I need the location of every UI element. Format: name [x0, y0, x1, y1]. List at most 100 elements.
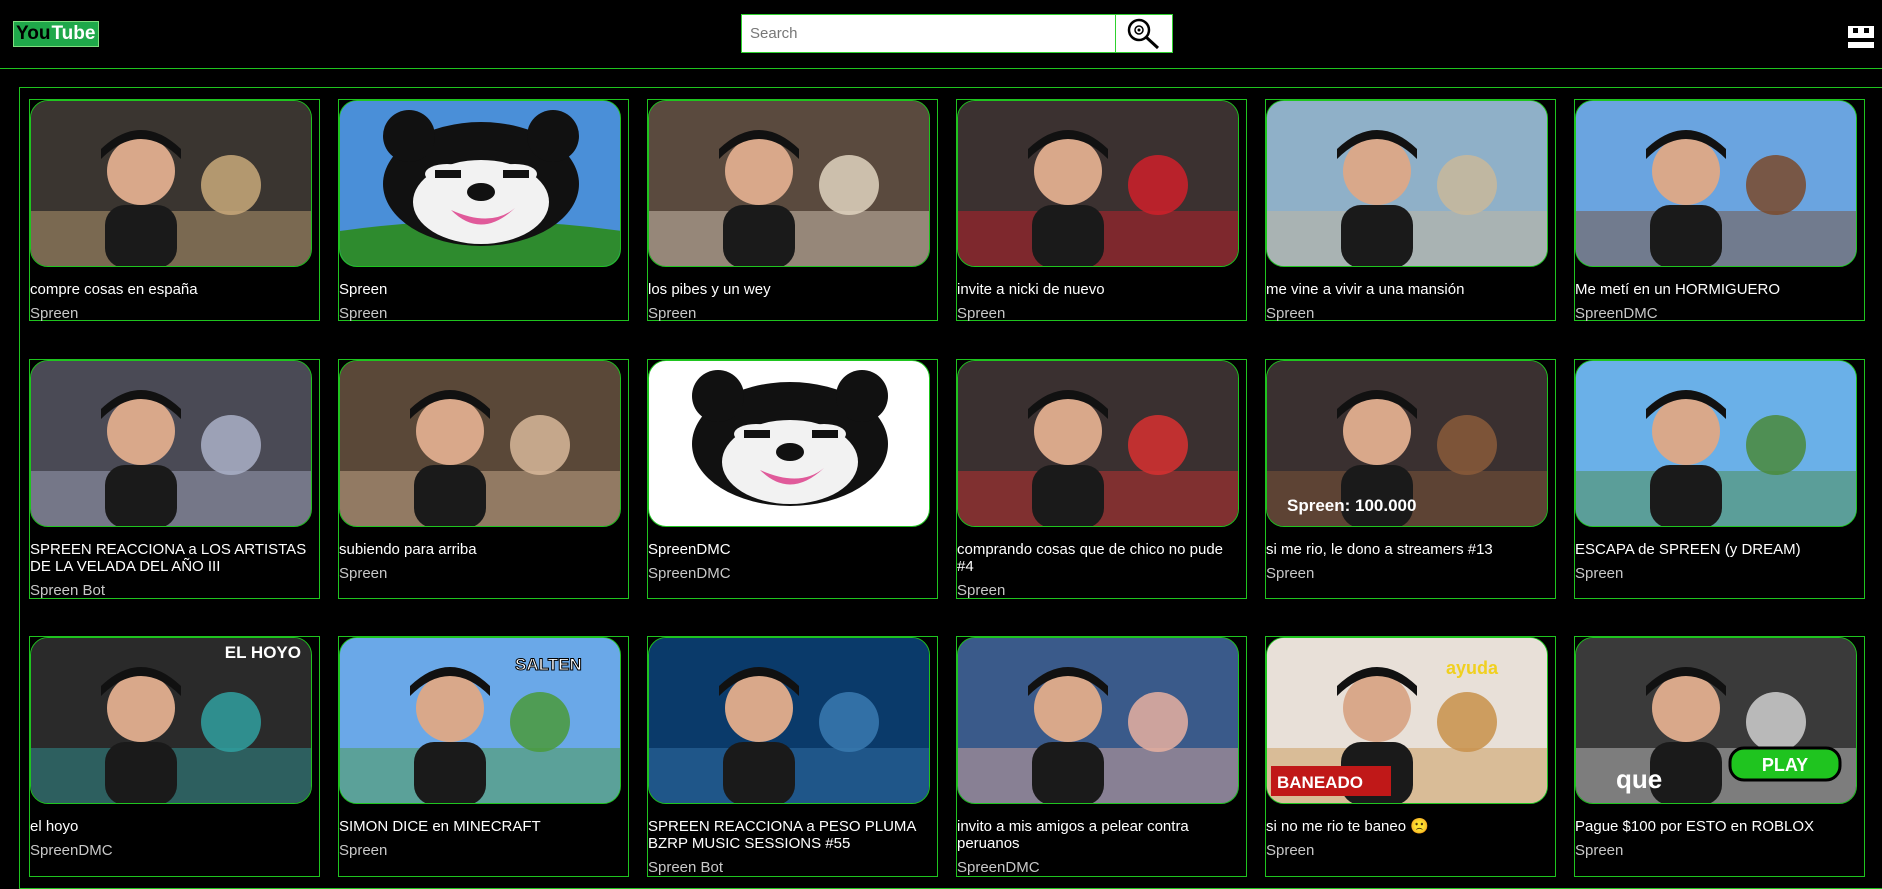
video-title[interactable]: los pibes y un wey: [648, 281, 933, 298]
video-thumbnail[interactable]: [1266, 100, 1548, 267]
video-card[interactable]: SPREEN REACCIONA a PESO PLUMA BZRP MUSIC…: [647, 636, 938, 877]
youtube-logo[interactable]: You Tube: [13, 21, 100, 47]
thumbnail-caption: SALTEN: [515, 655, 582, 674]
video-card[interactable]: SPREEN REACCIONA a LOS ARTISTAS DE LA VE…: [29, 359, 320, 599]
video-channel[interactable]: SpreenDMC: [957, 859, 1242, 876]
video-title[interactable]: SPREEN REACCIONA a LOS ARTISTAS DE LA VE…: [30, 541, 315, 575]
video-channel[interactable]: Spreen: [1575, 842, 1860, 859]
thumbnail-image: [958, 101, 1238, 266]
thumbnail-image: EL HOYO: [31, 638, 311, 803]
video-title[interactable]: Pague $100 por ESTO en ROBLOX: [1575, 818, 1860, 835]
video-title[interactable]: Spreen: [339, 281, 624, 298]
thumbnail-image: Spreen: 100.000: [1267, 361, 1547, 526]
video-card[interactable]: comprando cosas que de chico no pude #4 S…: [956, 359, 1247, 599]
video-channel[interactable]: SpreenDMC: [648, 565, 933, 582]
video-card[interactable]: me vine a vivir a una mansión Spreen: [1265, 99, 1556, 322]
video-card[interactable]: ESCAPA de SPREEN (y DREAM) Spreen: [1574, 359, 1865, 599]
video-thumbnail[interactable]: EL HOYO: [30, 637, 312, 804]
video-channel[interactable]: Spreen: [339, 305, 624, 322]
video-card[interactable]: Spreen Spreen: [338, 99, 629, 322]
video-card[interactable]: que PLAY Pague $100 por ESTO en ROBLOX Spre…: [1574, 636, 1865, 877]
video-thumbnail[interactable]: [339, 360, 621, 527]
video-thumbnail[interactable]: [648, 360, 930, 527]
thumbnail-image: [31, 361, 311, 526]
video-title[interactable]: compre cosas en españa: [30, 281, 315, 298]
video-thumbnail[interactable]: [1575, 360, 1857, 527]
video-thumbnail[interactable]: [648, 637, 930, 804]
logo-tube-text: Tube: [50, 23, 97, 45]
top-bar: You Tube: [0, 0, 1882, 69]
video-channel[interactable]: Spreen: [957, 305, 1242, 322]
thumbnail-image: que PLAY: [1576, 638, 1856, 803]
video-thumbnail[interactable]: [339, 100, 621, 267]
thumbnail-image: [1267, 101, 1547, 266]
video-channel[interactable]: Spreen Bot: [30, 582, 315, 599]
thumbnail-image: [1576, 101, 1856, 266]
video-thumbnail[interactable]: BANEADO ayuda: [1266, 637, 1548, 804]
video-card[interactable]: SpreenDMC SpreenDMC: [647, 359, 938, 599]
video-card[interactable]: Spreen: 100.000 si me rio, le dono a stre…: [1265, 359, 1556, 599]
video-title[interactable]: SpreenDMC: [648, 541, 933, 558]
thumbnail-image: [1576, 361, 1856, 526]
video-card[interactable]: compre cosas en españa Spreen: [29, 99, 320, 322]
video-title[interactable]: si no me rio te baneo 🙁: [1266, 818, 1551, 835]
video-thumbnail[interactable]: [1575, 100, 1857, 267]
video-title[interactable]: si me rio, le dono a streamers #13: [1266, 541, 1551, 558]
video-channel[interactable]: Spreen: [1266, 305, 1551, 322]
video-thumbnail[interactable]: [648, 100, 930, 267]
video-card[interactable]: subiendo para arriba Spreen: [338, 359, 629, 599]
video-channel[interactable]: Spreen: [1266, 842, 1551, 859]
logo-you-text: You: [16, 23, 51, 44]
video-thumbnail[interactable]: que PLAY: [1575, 637, 1857, 804]
search-bar: [741, 14, 1173, 53]
search-button[interactable]: [1115, 15, 1172, 52]
video-title[interactable]: invite a nicki de nuevo: [957, 281, 1242, 298]
video-card[interactable]: SALTEN SIMON DICE en MINECRAFT Spreen: [338, 636, 629, 877]
video-channel[interactable]: Spreen: [648, 305, 933, 322]
video-title[interactable]: SIMON DICE en MINECRAFT: [339, 818, 624, 835]
search-input[interactable]: [742, 15, 1116, 52]
thumbnail-caption: EL HOYO: [225, 643, 301, 662]
thumbnail-image: [692, 370, 888, 506]
video-thumbnail[interactable]: SALTEN: [339, 637, 621, 804]
video-card[interactable]: los pibes y un wey Spreen: [647, 99, 938, 322]
video-title[interactable]: SPREEN REACCIONA a PESO PLUMA BZRP MUSIC…: [648, 818, 933, 852]
video-card[interactable]: invito a mis amigos a pelear contra peru…: [956, 636, 1247, 877]
video-title[interactable]: ESCAPA de SPREEN (y DREAM): [1575, 541, 1860, 558]
video-channel[interactable]: Spreen: [339, 842, 624, 859]
thumbnail-image: [958, 638, 1238, 803]
video-channel[interactable]: Spreen: [30, 305, 315, 322]
video-title[interactable]: me vine a vivir a una mansión: [1266, 281, 1551, 298]
video-channel[interactable]: Spreen: [339, 565, 624, 582]
video-title[interactable]: invito a mis amigos a pelear contra peru…: [957, 818, 1242, 852]
video-channel[interactable]: Spreen: [1575, 565, 1860, 582]
thumbnail-caption: Spreen: 100.000: [1287, 496, 1416, 515]
video-thumbnail[interactable]: [957, 637, 1239, 804]
thumbnail-caption: ayuda: [1446, 658, 1499, 678]
video-title[interactable]: el hoyo: [30, 818, 315, 835]
video-thumbnail[interactable]: [957, 360, 1239, 527]
video-title[interactable]: subiendo para arriba: [339, 541, 624, 558]
video-card[interactable]: Me metí en un HORMIGUERO SpreenDMC: [1574, 99, 1865, 322]
video-card[interactable]: EL HOYO el hoyo SpreenDMC: [29, 636, 320, 877]
video-card[interactable]: BANEADO ayuda si no me rio te baneo 🙁 Spree…: [1265, 636, 1556, 877]
thumbnail-image: [31, 101, 311, 266]
video-title[interactable]: comprando cosas que de chico no pude #4: [957, 541, 1242, 575]
video-card[interactable]: invite a nicki de nuevo Spreen: [956, 99, 1247, 322]
thumbnail-image: [340, 361, 620, 526]
account-icon: [1848, 18, 1874, 48]
video-thumbnail[interactable]: [957, 100, 1239, 267]
account-button[interactable]: [1846, 16, 1876, 50]
video-channel[interactable]: Spreen Bot: [648, 859, 933, 876]
video-thumbnail[interactable]: Spreen: 100.000: [1266, 360, 1548, 527]
video-thumbnail[interactable]: [30, 360, 312, 527]
video-title[interactable]: Me metí en un HORMIGUERO: [1575, 281, 1860, 298]
thumbnail-image: [340, 101, 620, 266]
magnifier-icon: [1127, 18, 1160, 49]
video-channel[interactable]: Spreen: [1266, 565, 1551, 582]
video-channel[interactable]: SpreenDMC: [1575, 305, 1860, 322]
video-thumbnail[interactable]: [30, 100, 312, 267]
video-channel[interactable]: SpreenDMC: [30, 842, 315, 859]
video-channel[interactable]: Spreen: [957, 582, 1242, 599]
thumbnail-image: SALTEN: [340, 638, 620, 803]
